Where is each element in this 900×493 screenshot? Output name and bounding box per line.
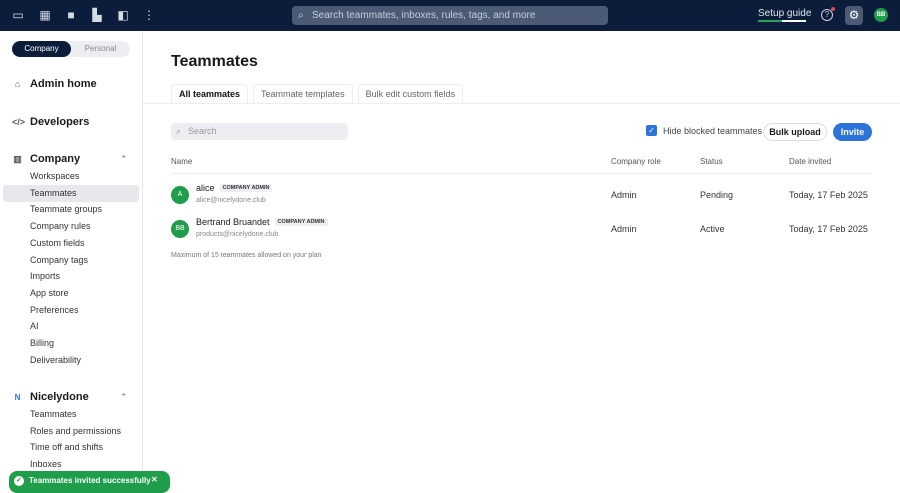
sidebar-item[interactable]: App store — [3, 285, 139, 302]
inbox-icon[interactable]: ▭ — [11, 8, 25, 22]
teammate-search-input[interactable]: ⌕ Search — [171, 123, 348, 140]
calendar-icon[interactable]: ▦ — [38, 8, 52, 22]
tabs: All teammates Teammate templates Bulk ed… — [171, 84, 464, 103]
help-icon[interactable]: ? — [821, 7, 835, 21]
column-header-status[interactable]: Status — [700, 157, 723, 166]
code-icon: </> — [12, 117, 26, 127]
setup-progress-bar — [758, 20, 806, 22]
user-avatar[interactable]: BB — [874, 8, 888, 22]
sidebar-admin-home[interactable]: ⌂ Admin home — [12, 78, 97, 90]
teammate-email: products@nicelydone.club — [196, 231, 279, 238]
column-header-role[interactable]: Company role — [611, 157, 661, 166]
sidebar-workspace-nicelydone[interactable]: N Nicelydone — [12, 391, 89, 403]
date-invited: Today, 17 Feb 2025 — [789, 190, 868, 200]
main-content: Teammates All teammates Teammate templat… — [143, 31, 900, 484]
teammate-name: alice — [196, 183, 215, 193]
chevron-up-icon[interactable]: ⌃ — [120, 154, 128, 165]
divider — [143, 103, 900, 104]
setup-guide-link[interactable]: Setup guide — [758, 8, 811, 19]
tab-bulk-edit-custom-fields[interactable]: Bulk edit custom fields — [357, 84, 464, 103]
more-icon[interactable]: ⋮ — [142, 8, 156, 22]
teammate-name: Bertrand Bruandet — [196, 217, 270, 227]
sidebar-item[interactable]: Imports — [3, 268, 139, 285]
avatar: BB — [171, 220, 189, 238]
sidebar: Company Personal ⌂ Admin home </> Develope… — [0, 31, 143, 484]
success-toast: ✓ Teammates invited successfully ✕ — [9, 471, 170, 493]
sidebar-item[interactable]: Company rules — [3, 218, 139, 235]
role-badge: COMPANY ADMIN — [274, 218, 328, 226]
company-role: Admin — [611, 224, 637, 234]
teammate-email: alice@nicelydone.club — [196, 197, 266, 204]
sidebar-item[interactable]: AI — [3, 318, 139, 335]
sidebar-item[interactable]: Time off and shifts — [3, 439, 139, 456]
building-icon: ▥ — [13, 153, 22, 164]
knowledge-base-icon[interactable]: ◧ — [116, 8, 130, 22]
hide-blocked-checkbox[interactable]: ✓ Hide blocked teammates — [646, 125, 762, 136]
analytics-icon[interactable]: ▙ — [90, 8, 104, 22]
sidebar-item[interactable]: Company tags — [3, 252, 139, 269]
sidebar-item[interactable]: Billing — [3, 335, 139, 352]
company-personal-toggle[interactable]: Company Personal — [12, 41, 130, 57]
page-title: Teammates — [171, 53, 258, 70]
workspace-initial-icon: N — [14, 392, 21, 402]
sidebar-item[interactable]: Deliverability — [3, 352, 139, 369]
divider — [171, 173, 872, 174]
invite-button[interactable]: Invite — [833, 123, 872, 141]
role-badge: COMPANY ADMIN — [219, 184, 273, 192]
table-row[interactable]: BB Bertrand Bruandet COMPANY ADMIN produc… — [171, 214, 872, 244]
home-icon: ⌂ — [14, 79, 21, 89]
search-icon: ⌕ — [176, 126, 182, 136]
sidebar-item[interactable]: Teammates — [3, 184, 139, 202]
column-header-name[interactable]: Name — [171, 157, 192, 166]
sidebar-item[interactable]: Workspaces — [3, 168, 139, 185]
column-header-date[interactable]: Date invited — [789, 157, 831, 166]
sidebar-item[interactable]: Roles and permissions — [3, 423, 139, 440]
check-circle-icon: ✓ — [14, 476, 24, 486]
toggle-personal[interactable]: Personal — [71, 41, 130, 57]
avatar: A — [171, 186, 189, 204]
sidebar-item[interactable]: Preferences — [3, 302, 139, 319]
top-bar: ▭ ▦ ■ ▙ ◧ ⋮ ⌕ Search teammates, inboxes, … — [0, 0, 900, 31]
tab-all-teammates[interactable]: All teammates — [171, 84, 249, 103]
company-role: Admin — [611, 190, 637, 200]
sidebar-developers[interactable]: </> Developers — [12, 116, 89, 128]
search-icon: ⌕ — [298, 10, 304, 21]
toggle-company[interactable]: Company — [12, 41, 71, 57]
status: Pending — [700, 190, 734, 200]
sidebar-item[interactable]: Teammate groups — [3, 201, 139, 218]
checkbox-checked-icon[interactable]: ✓ — [646, 125, 657, 136]
plan-limit-note: Maximum of 15 teammates allowed on your … — [171, 252, 322, 259]
date-invited: Today, 17 Feb 2025 — [789, 224, 868, 234]
settings-gear-icon[interactable]: ⚙ — [845, 6, 863, 25]
global-search-input[interactable]: ⌕ Search teammates, inboxes, rules, tags,… — [292, 6, 608, 25]
sidebar-item[interactable]: Custom fields — [3, 235, 139, 252]
tab-teammate-templates[interactable]: Teammate templates — [253, 84, 353, 103]
sidebar-company[interactable]: ▥ Company — [12, 153, 80, 165]
close-icon[interactable]: ✕ — [151, 475, 158, 484]
status: Active — [700, 224, 725, 234]
contacts-icon[interactable]: ■ — [64, 8, 78, 22]
table-row[interactable]: A alice COMPANY ADMIN alice@nicelydone.cl… — [171, 180, 872, 210]
chevron-up-icon[interactable]: ⌃ — [120, 392, 128, 403]
bulk-upload-button[interactable]: Bulk upload — [763, 123, 827, 141]
sidebar-item[interactable]: Teammates — [3, 406, 139, 423]
